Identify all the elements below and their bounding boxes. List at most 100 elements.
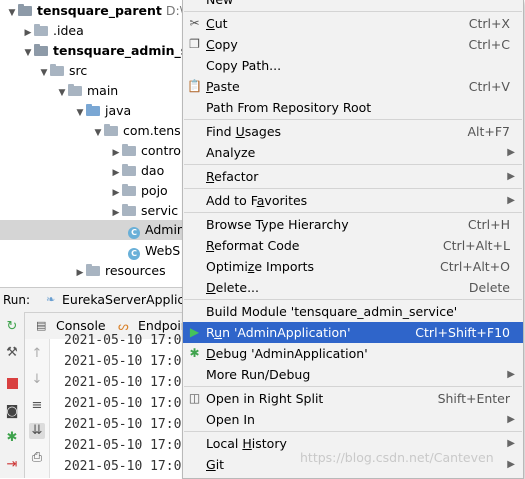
log-line: 2021-05-10 17:0 [64, 354, 182, 369]
watermark: https://blog.csdn.net/Canteven [300, 450, 494, 465]
menu-item-path-from-root[interactable]: Path From Repository Root [183, 97, 523, 118]
menu-item-browse-hierarchy[interactable]: Browse Type Hierarchy Ctrl+H [183, 214, 523, 235]
menu-item-delete[interactable]: Delete... Delete [183, 277, 523, 298]
menu-item-analyze[interactable]: Analyze ▶ [183, 142, 523, 163]
submenu-arrow-icon: ▶ [507, 147, 515, 158]
menu-label: Add to Favorites [206, 193, 308, 208]
menu-item-run[interactable]: ▶ Run 'AdminApplication' Ctrl+Shift+F10 [183, 322, 523, 343]
tree-item-main[interactable]: ▼ main [56, 81, 119, 103]
arrow-up-icon[interactable]: ↑ [29, 346, 45, 362]
tree-item-service[interactable]: ▶ servic [110, 201, 179, 221]
copy-icon: ❐ [189, 37, 200, 51]
run-config-tab[interactable]: EurekaServerApplica [62, 288, 192, 312]
menu-item-new[interactable]: New [183, 0, 523, 10]
clipboard-icon: 📋 [187, 79, 202, 93]
menu-separator [184, 386, 522, 387]
console-output: 2021-05-10 17:0 2021-05-10 17:0 2021-05-… [50, 333, 185, 478]
context-menu: New ✂ Cut Ctrl+X ❐ Copy Ctrl+C Copy Path… [182, 0, 524, 479]
menu-item-paste[interactable]: 📋 Paste Ctrl+V [183, 76, 523, 97]
menu-item-open-in[interactable]: Open In ▶ [183, 409, 523, 430]
chevron-right-icon[interactable]: ▶ [22, 23, 34, 43]
package-icon [104, 124, 118, 136]
tree-item-idea[interactable]: ▶ .idea [22, 21, 84, 41]
menu-item-optimize-imports[interactable]: Optimize Imports Ctrl+Alt+O [183, 256, 523, 277]
folder-icon [68, 84, 82, 96]
chevron-right-icon[interactable]: ▶ [110, 183, 122, 203]
menu-separator [184, 299, 522, 300]
chevron-right-icon[interactable]: ▶ [110, 163, 122, 183]
debug-bug-icon[interactable]: ✱ [4, 430, 20, 446]
menu-separator [184, 212, 522, 213]
menu-label: Local History [206, 436, 287, 451]
submenu-arrow-icon: ▶ [507, 459, 515, 470]
tree-item-com-tens[interactable]: ▼ com.tens [92, 121, 181, 141]
submenu-arrow-icon: ▶ [507, 171, 515, 182]
tree-item-pojo[interactable]: ▶ pojo [110, 181, 168, 201]
tree-item-controller[interactable]: ▶ contro [110, 141, 181, 161]
soft-wrap-icon[interactable]: ≡ [29, 398, 45, 414]
tree-item-admin-service[interactable]: ▼ tensquare_admin_ser [22, 41, 203, 61]
menu-item-debug[interactable]: ✱ Debug 'AdminApplication' [183, 343, 523, 364]
tree-item-resources[interactable]: ▶ resources [74, 261, 166, 281]
print-icon[interactable]: ⎙ [29, 450, 45, 466]
run-toolbar: Run: ❧ EurekaServerApplica [0, 287, 192, 312]
log-line: 2021-05-10 17:0 [64, 417, 182, 432]
tree-item-tensquare-parent[interactable]: ▼tensquare_parent D:\ma [6, 1, 204, 21]
chevron-down-icon[interactable]: ▼ [74, 103, 86, 123]
menu-item-add-favorites[interactable]: Add to Favorites ▶ [183, 190, 523, 211]
menu-item-copy[interactable]: ❐ Copy Ctrl+C [183, 34, 523, 55]
scissors-icon: ✂ [189, 16, 200, 30]
console-icon: ▤ [36, 319, 47, 332]
tree-item-admin-application[interactable]: C Admin [0, 220, 185, 240]
arrow-down-icon[interactable]: ↓ [29, 372, 45, 388]
menu-item-more-run-debug[interactable]: More Run/Debug ▶ [183, 364, 523, 385]
log-line: 2021-05-10 17:0 [64, 333, 182, 348]
menu-item-find-usages[interactable]: Find Usages Alt+F7 [183, 121, 523, 142]
menu-label: Copy [206, 37, 238, 52]
stop-icon[interactable] [4, 376, 20, 392]
source-folder-icon [86, 104, 100, 116]
menu-label: Refactor [206, 169, 259, 184]
wrench-icon[interactable]: ⚒ [4, 345, 20, 361]
chevron-down-icon[interactable]: ▼ [6, 3, 18, 23]
exit-icon[interactable]: ⇥ [4, 457, 20, 473]
chevron-down-icon[interactable]: ▼ [22, 43, 34, 63]
menu-label: Paste [206, 79, 240, 94]
menu-item-copy-path[interactable]: Copy Path... [183, 55, 523, 76]
submenu-arrow-icon: ▶ [507, 438, 515, 449]
chevron-down-icon[interactable]: ▼ [92, 123, 104, 143]
chevron-right-icon[interactable]: ▶ [74, 263, 86, 283]
chevron-down-icon[interactable]: ▼ [38, 63, 50, 83]
menu-label: Find Usages [206, 124, 282, 139]
menu-label: Optimize Imports [206, 259, 315, 274]
tree-item-java[interactable]: ▼ java [74, 101, 132, 123]
tree-item-src[interactable]: ▼ src [38, 61, 88, 83]
menu-separator [184, 119, 522, 120]
log-line: 2021-05-10 17:0 [64, 438, 182, 453]
scroll-to-end-icon[interactable]: ⇊ [29, 423, 45, 439]
chevron-right-icon[interactable]: ▶ [110, 143, 122, 163]
menu-item-cut[interactable]: ✂ Cut Ctrl+X [183, 13, 523, 34]
split-icon: ◫ [188, 391, 201, 405]
menu-item-refactor[interactable]: Refactor ▶ [183, 166, 523, 187]
run-label: Run: [3, 293, 31, 307]
menu-separator [184, 431, 522, 432]
menu-item-reformat-code[interactable]: Reformat Code Ctrl+Alt+L [183, 235, 523, 256]
rerun-icon[interactable]: ↻ [4, 319, 20, 335]
log-line: 2021-05-10 17:0 [64, 375, 182, 390]
run-icon: ▶ [189, 325, 200, 339]
menu-label: Run 'AdminApplication' [206, 325, 351, 340]
camera-icon[interactable]: ◙ [4, 404, 20, 420]
class-icon: C [128, 227, 140, 239]
chevron-down-icon[interactable]: ▼ [56, 83, 68, 103]
tree-item-dao[interactable]: ▶ dao [110, 161, 165, 183]
menu-item-open-right-split[interactable]: ◫ Open in Right Split Shift+Enter [183, 388, 523, 409]
console-tool-strip: ↑ ↓ ≡ ⇊ ⎙ [25, 339, 50, 478]
submenu-arrow-icon: ▶ [507, 369, 515, 380]
menu-item-build-module[interactable]: Build Module 'tensquare_admin_service' [183, 301, 523, 322]
tree-item-webs[interactable]: C WebS [128, 241, 180, 261]
menu-label: Cut [206, 16, 228, 31]
log-line: 2021-05-10 17:0 [64, 459, 182, 474]
class-icon: C [128, 248, 140, 260]
module-folder-icon [18, 4, 32, 16]
